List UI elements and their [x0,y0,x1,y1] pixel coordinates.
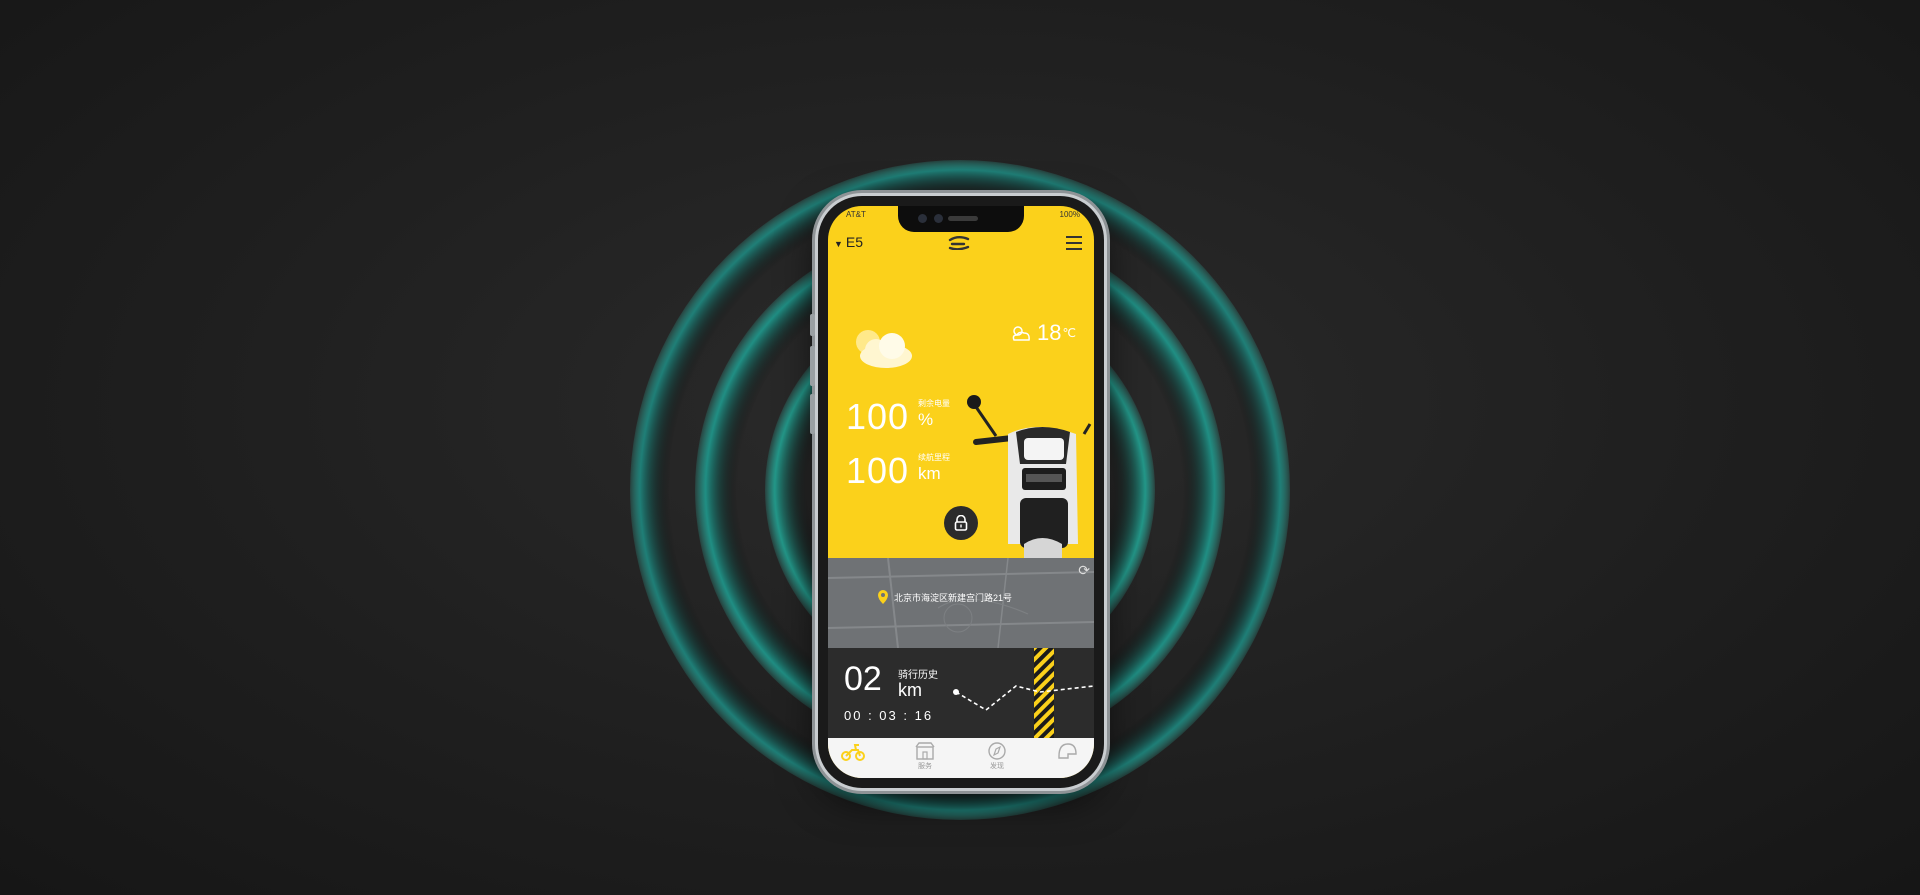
temperature-display: 18 ℃ [1009,320,1076,346]
battery-stat: 100 剩余电量 % [846,396,950,438]
temperature-unit: ℃ [1062,326,1076,340]
range-stat: 100 续航里程 km [846,450,950,492]
ride-history-card[interactable]: 02 骑行历史 km 00 : 03 : 16 [828,648,1094,738]
battery-value: 100 [846,396,910,437]
tab-label: 服务 [918,763,932,770]
compass-icon [988,742,1006,760]
tab-service[interactable]: 服务 [900,742,950,771]
ride-distance: 02 [844,660,882,698]
ride-history-label: 骑行历史 [898,670,938,681]
partly-cloudy-icon [1012,326,1030,341]
refresh-icon[interactable]: ⟳ [1078,562,1090,579]
chevron-down-icon: ▼ [834,239,843,249]
tab-profile[interactable] [1042,742,1092,761]
status-carrier: AT&T [846,210,866,219]
model-selector[interactable]: ▼ E5 [834,234,863,250]
ride-unit: km [898,680,922,700]
range-label: 续航里程 [918,453,950,462]
range-unit: km [918,464,941,483]
menu-icon[interactable] [1066,236,1082,250]
location-pin-icon [878,590,888,604]
volume-button [810,346,815,386]
address-text: 北京市海淀区新建宫门路21号 [894,592,1013,603]
phone-frame: AT&T 100% ▼ E5 18 ℃ 100 剩余电量 % 100 续航里程 … [810,196,1104,788]
lock-button[interactable] [944,506,978,540]
scooter-icon [841,744,865,761]
top-bar: ▼ E5 [828,228,1094,256]
brand-logo-icon [948,236,970,250]
location-map[interactable]: ⟳ 北京市海淀区新建宫门路21号 [828,558,1094,648]
volume-button [810,394,815,434]
notch [898,206,1024,232]
range-value: 100 [846,450,910,491]
helmet-icon [1058,743,1077,759]
temperature-value: 18 [1037,320,1062,345]
battery-label: 剩余电量 [918,399,950,408]
tab-discover[interactable]: 发现 [972,742,1022,771]
tab-label: 发现 [990,763,1004,770]
cloud-sun-icon [856,330,912,368]
scooter-image [967,395,1092,560]
ride-duration: 00 : 03 : 16 [844,708,934,723]
bottom-tab-bar: 服务 发现 [828,738,1094,778]
address-row: 北京市海淀区新建宫门路21号 [878,590,1012,604]
volume-button [810,314,815,336]
status-battery: 100% [1059,210,1080,219]
tab-scooter[interactable] [828,742,878,763]
store-icon [915,742,935,760]
lock-icon [954,515,968,531]
app-screen: AT&T 100% ▼ E5 18 ℃ 100 剩余电量 % 100 续航里程 … [828,206,1094,778]
battery-unit: % [918,410,934,429]
model-name: E5 [845,234,864,250]
